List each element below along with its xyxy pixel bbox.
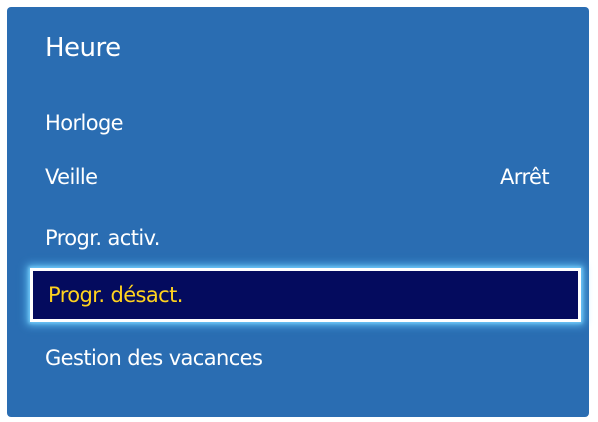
menu-item-label: Gestion des vacances (45, 346, 263, 370)
menu-item-value: Arrêt (500, 165, 550, 189)
menu-item-label: Progr. désact. (48, 283, 183, 307)
time-menu-panel: Heure Horloge Veille Arrêt Progr. activ.… (7, 7, 589, 417)
menu-item-progr-desact[interactable]: Progr. désact. (30, 268, 581, 322)
menu-item-veille[interactable]: Veille Arrêt (45, 157, 550, 197)
menu-item-horloge[interactable]: Horloge (45, 103, 549, 143)
menu-item-progr-activ[interactable]: Progr. activ. (45, 218, 549, 258)
menu-list: Horloge Veille Arrêt Progr. activ. Progr… (7, 7, 589, 417)
menu-item-label: Progr. activ. (45, 226, 160, 250)
menu-item-label: Veille (45, 165, 98, 189)
menu-item-gestion-vacances[interactable]: Gestion des vacances (45, 338, 549, 378)
menu-item-label: Horloge (45, 111, 124, 135)
